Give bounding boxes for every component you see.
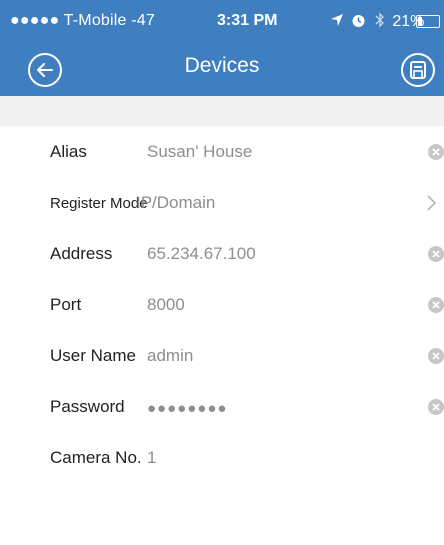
port-label: Port: [50, 295, 82, 314]
battery-level: [418, 17, 422, 26]
alias-row[interactable]: Alias Susan' House: [50, 126, 444, 177]
status-bar: ●●●●● T-Mobile -47 3:31 PM 21%: [0, 0, 444, 42]
port-row[interactable]: Port 8000: [50, 279, 444, 330]
password-field[interactable]: ●●●●●●●●: [147, 400, 227, 417]
save-button[interactable]: [401, 53, 435, 87]
password-row[interactable]: Password ●●●●●●●●: [50, 381, 444, 432]
register-mode-value[interactable]: IP/Domain: [136, 193, 215, 213]
alarm-icon: [352, 15, 365, 27]
save-icon: [410, 61, 426, 79]
clock: 3:31 PM: [217, 12, 278, 29]
user-name-row[interactable]: User Name admin: [50, 330, 444, 381]
location-icon: [331, 14, 343, 26]
clear-icon[interactable]: [428, 246, 444, 262]
address-row[interactable]: Address 65.234.67.100: [50, 228, 444, 279]
clear-icon[interactable]: [428, 348, 444, 364]
user-name-label: User Name: [50, 346, 136, 365]
app-header: ●●●●● T-Mobile -47 3:31 PM 21% Devices: [0, 0, 444, 96]
alias-label: Alias: [50, 142, 87, 161]
camera-no-label: Camera No.: [50, 448, 142, 467]
carrier-text: ●●●●● T-Mobile -47: [10, 12, 155, 29]
user-name-field[interactable]: admin: [147, 346, 193, 366]
alias-field[interactable]: Susan' House: [147, 142, 252, 162]
carrier-signal: ●●●●● T-Mobile -47: [10, 12, 155, 30]
nav-bar: Devices: [0, 42, 444, 96]
device-form: Alias Susan' House Register Mode IP/Doma…: [0, 126, 444, 483]
status-icons: 21%: [330, 12, 424, 31]
clear-icon[interactable]: [428, 144, 444, 160]
address-field[interactable]: 65.234.67.100: [147, 244, 256, 264]
clear-icon[interactable]: [428, 399, 444, 415]
chevron-right-icon[interactable]: [425, 193, 437, 213]
port-field[interactable]: 8000: [147, 295, 185, 315]
address-label: Address: [50, 244, 113, 263]
camera-no-row[interactable]: Camera No. 1: [50, 432, 444, 483]
section-gap: [0, 96, 444, 126]
clear-icon[interactable]: [428, 297, 444, 313]
register-mode-row[interactable]: Register Mode IP/Domain: [50, 177, 444, 228]
register-mode-label: Register Mode: [50, 195, 148, 212]
camera-no-field[interactable]: 1: [147, 448, 156, 468]
password-label: Password: [50, 397, 125, 416]
battery-icon: [416, 15, 440, 28]
bluetooth-icon: [375, 12, 384, 28]
page-title: Devices: [184, 54, 260, 77]
